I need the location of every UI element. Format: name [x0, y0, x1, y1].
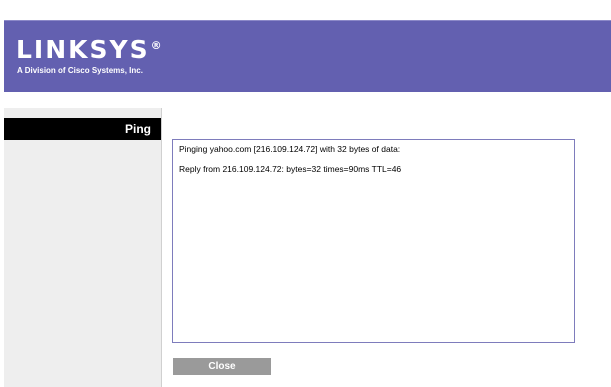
sidebar-title: Ping	[4, 118, 161, 140]
header-banner: LINKSYS® A Division of Cisco Systems, In…	[4, 20, 611, 93]
registered-mark: ®	[150, 39, 162, 52]
ping-window: LINKSYS® A Division of Cisco Systems, In…	[0, 0, 611, 387]
linksys-logo: LINKSYS®	[16, 35, 162, 64]
sidebar: Ping	[4, 108, 162, 387]
main-content: Pinging yahoo.com [216.109.124.72] with …	[162, 108, 611, 387]
ping-output-box[interactable]: Pinging yahoo.com [216.109.124.72] with …	[172, 139, 575, 343]
close-button[interactable]: Close	[173, 358, 271, 375]
output-line: Pinging yahoo.com [216.109.124.72] with …	[179, 144, 401, 154]
top-margin	[0, 0, 611, 20]
logo-text: LINKSYS	[16, 35, 150, 64]
header-subbar	[4, 92, 611, 109]
output-line: Reply from 216.109.124.72: bytes=32 time…	[179, 164, 402, 174]
logo-tagline: A Division of Cisco Systems, Inc.	[17, 66, 143, 75]
